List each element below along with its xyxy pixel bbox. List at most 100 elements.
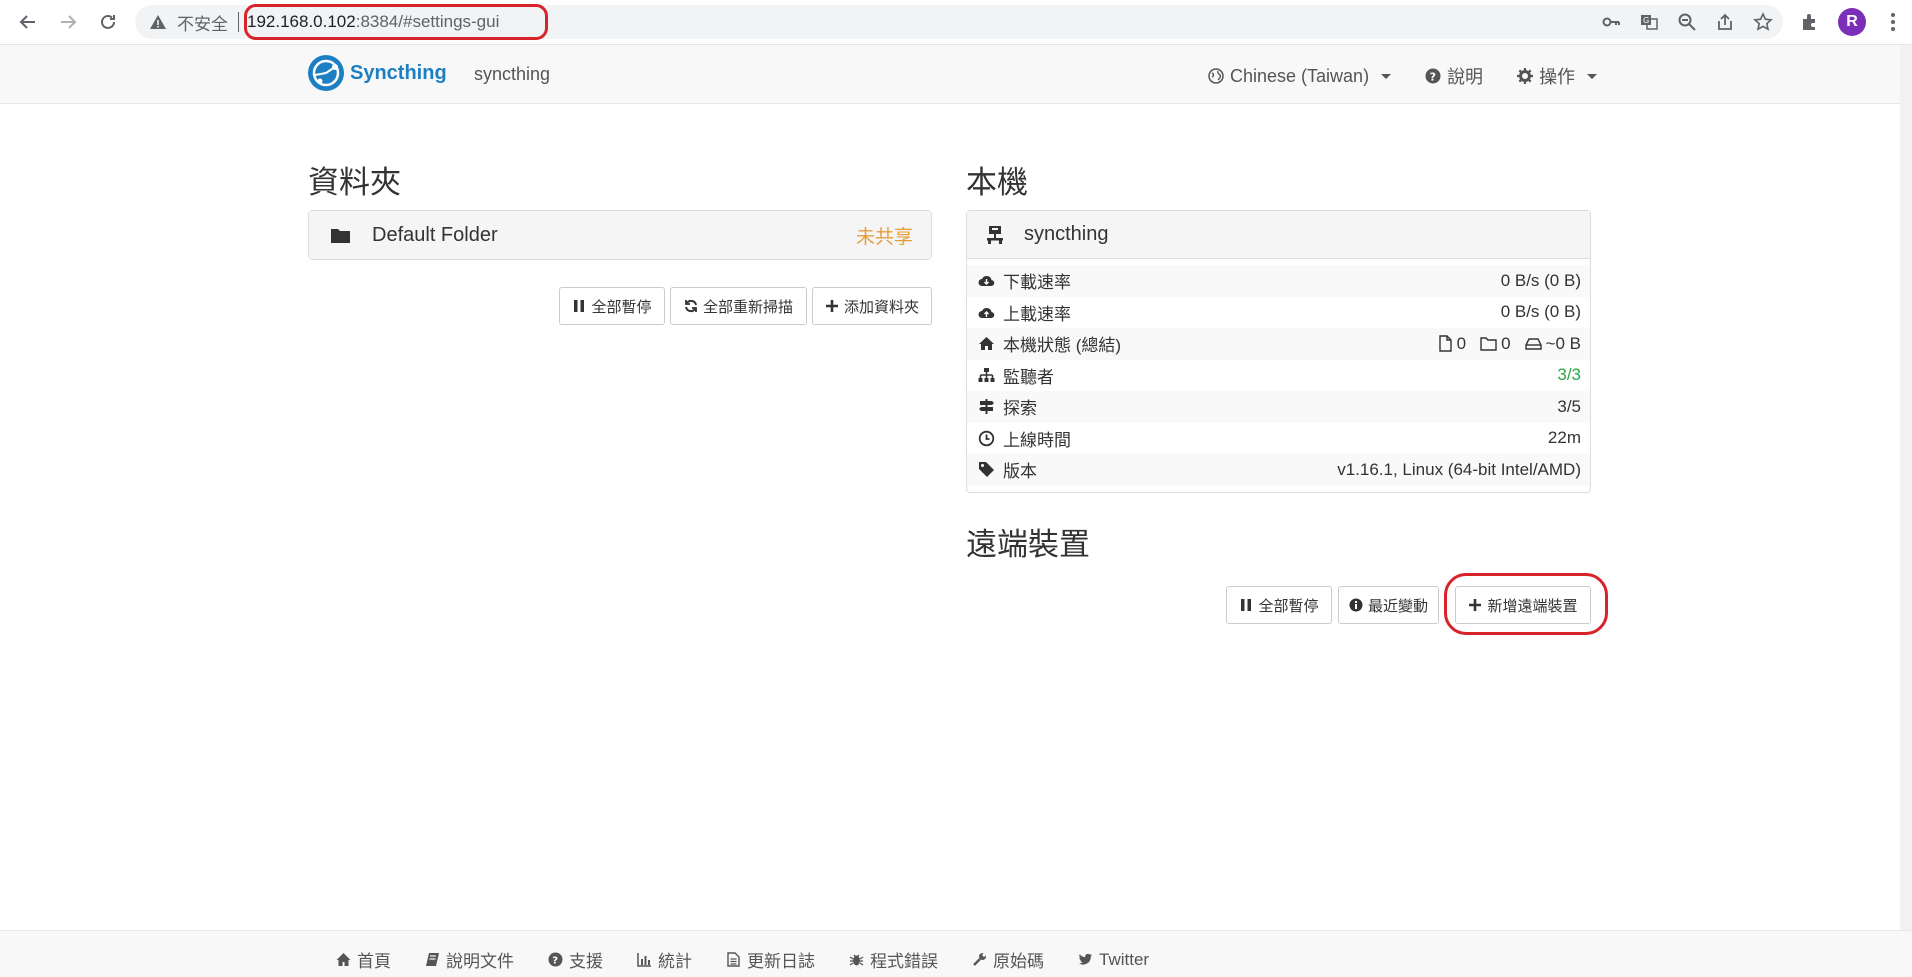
remote-devices-heading: 遠端裝置 xyxy=(966,527,1090,562)
folder-name: Default Folder xyxy=(372,223,498,246)
footer-home-label: 首頁 xyxy=(357,952,391,971)
footer-source-label: 原始碼 xyxy=(993,952,1044,971)
app-navbar: Syncthing syncthing Chinese (Taiwan) ? 說… xyxy=(0,45,1900,104)
download-rate-label: 下載速率 xyxy=(1003,273,1071,293)
info-circle-icon xyxy=(1349,598,1363,612)
folder-panel-header[interactable]: Default Folder 未共享 xyxy=(309,211,931,259)
extensions-icon[interactable] xyxy=(1800,12,1820,32)
back-button[interactable] xyxy=(8,2,48,42)
upload-rate-value: 0 B/s (0 B) xyxy=(1500,302,1581,322)
wrench-icon xyxy=(973,953,986,966)
share-icon[interactable] xyxy=(1715,12,1735,32)
footer-twitter-link[interactable]: Twitter xyxy=(1078,947,1149,972)
discovery-value[interactable]: 3/5 xyxy=(1557,397,1581,417)
local-state-row: 本機狀態 (總結) 0 0 ~0 B xyxy=(967,328,1590,360)
reload-button[interactable] xyxy=(88,2,128,42)
uptime-row: 上線時間 22m xyxy=(967,423,1590,455)
cloud-upload-icon xyxy=(978,307,995,318)
translate-icon[interactable]: G xyxy=(1639,12,1659,32)
arrow-left-icon xyxy=(19,15,35,29)
bar-chart-icon xyxy=(637,953,651,967)
pause-icon xyxy=(1241,599,1252,611)
footer-home-link[interactable]: 首頁 xyxy=(336,947,391,972)
brand-logo[interactable]: Syncthing xyxy=(307,54,447,92)
version-value: v1.16.1, Linux (64-bit Intel/AMD) xyxy=(1337,459,1581,479)
star-icon[interactable] xyxy=(1753,12,1773,32)
folder-panel[interactable]: Default Folder 未共享 xyxy=(308,210,932,260)
footer-links: 首頁 說明文件 ? 支援 統計 更新日誌 程式錯誤 原始碼 Twitter xyxy=(336,947,1149,972)
footer-stats-label: 統計 xyxy=(658,952,692,971)
gear-icon xyxy=(1517,68,1534,84)
refresh-icon xyxy=(685,299,697,313)
rescan-all-label: 全部重新掃描 xyxy=(702,298,793,316)
zoom-out-icon[interactable] xyxy=(1677,12,1697,32)
footer-docs-link[interactable]: 說明文件 xyxy=(425,947,514,972)
this-device-name: syncthing xyxy=(1024,223,1109,245)
folders-heading: 資料夾 xyxy=(308,165,401,200)
actions-dropdown[interactable]: 操作 xyxy=(1517,63,1598,89)
plus-icon xyxy=(825,300,838,312)
add-device-highlight-annotation xyxy=(1444,573,1608,635)
url-highlight-annotation xyxy=(244,4,548,40)
footer-bugs-link[interactable]: 程式錯誤 xyxy=(849,947,938,972)
footer-docs-label: 說明文件 xyxy=(446,952,514,971)
profile-avatar[interactable]: R xyxy=(1838,8,1866,36)
question-circle-icon: ? xyxy=(548,952,563,967)
footer-changelog-link[interactable]: 更新日誌 xyxy=(726,947,815,972)
key-icon[interactable] xyxy=(1601,12,1621,32)
footer-support-link[interactable]: ? 支援 xyxy=(548,947,603,972)
svg-text:?: ? xyxy=(1430,70,1436,83)
upload-rate-label: 上載速率 xyxy=(1003,304,1071,324)
svg-text:G: G xyxy=(1643,16,1649,25)
forward-button[interactable] xyxy=(48,2,88,42)
footer-stats-link[interactable]: 統計 xyxy=(637,947,692,972)
url-separator xyxy=(238,12,239,32)
file-count: 0 xyxy=(1456,333,1467,353)
cloud-download-icon xyxy=(978,276,995,287)
arrow-right-icon xyxy=(61,15,77,29)
svg-text:?: ? xyxy=(552,956,558,967)
syncthing-logo-icon xyxy=(308,55,344,91)
home-icon xyxy=(336,953,351,966)
this-device-header[interactable]: syncthing xyxy=(967,211,1590,259)
actions-label: 操作 xyxy=(1539,67,1576,87)
language-dropdown[interactable]: Chinese (Taiwan) xyxy=(1208,63,1392,89)
rescan-all-button[interactable]: 全部重新掃描 xyxy=(670,287,807,325)
folder-count: 0 xyxy=(1501,333,1511,353)
insecure-label[interactable]: 不安全 xyxy=(177,10,228,35)
listeners-value[interactable]: 3/3 xyxy=(1557,365,1581,385)
this-device-panel: syncthing 下載速率 0 B/s (0 B) 上載速率 0 B/s (0… xyxy=(966,210,1591,493)
listeners-label: 監聽者 xyxy=(1003,367,1054,387)
pause-all-devices-button[interactable]: 全部暫停 xyxy=(1226,586,1332,624)
folder-status-badge: 未共享 xyxy=(855,226,913,248)
omnibox-actions: G xyxy=(1601,5,1773,39)
twitter-icon xyxy=(1079,953,1092,965)
data-size: ~0 B xyxy=(1545,333,1581,353)
pause-all-devices-label: 全部暫停 xyxy=(1258,597,1319,615)
navbar-menu: Chinese (Taiwan) ? 說明 操作 xyxy=(1208,63,1598,89)
globe-icon xyxy=(1208,68,1224,84)
recent-changes-label: 最近變動 xyxy=(1367,597,1428,615)
more-menu-icon[interactable] xyxy=(1890,12,1896,32)
navbar-device-name: syncthing xyxy=(474,64,551,84)
file-icon xyxy=(1438,335,1452,352)
download-rate-value: 0 B/s (0 B) xyxy=(1500,270,1581,290)
help-menu[interactable]: ? 說明 xyxy=(1425,63,1483,89)
hdd-icon xyxy=(1524,338,1542,350)
folder-outline-icon xyxy=(1480,337,1497,351)
download-rate-row: 下載速率 0 B/s (0 B) xyxy=(967,265,1590,297)
tag-icon xyxy=(979,462,994,478)
chevron-down-icon xyxy=(1587,73,1598,79)
chevron-down-icon xyxy=(1381,73,1392,79)
uptime-value: 22m xyxy=(1547,428,1581,448)
book-icon xyxy=(426,953,439,966)
footer-bugs-label: 程式錯誤 xyxy=(870,952,938,971)
footer-source-link[interactable]: 原始碼 xyxy=(972,947,1044,972)
page-scrollbar[interactable] xyxy=(1900,45,1912,930)
recent-changes-button[interactable]: 最近變動 xyxy=(1338,586,1439,624)
pause-all-folders-button[interactable]: 全部暫停 xyxy=(559,287,665,325)
question-circle-icon: ? xyxy=(1425,68,1441,84)
bug-icon xyxy=(849,954,864,966)
clock-icon xyxy=(978,430,995,446)
add-folder-button[interactable]: 添加資料夾 xyxy=(812,287,932,325)
